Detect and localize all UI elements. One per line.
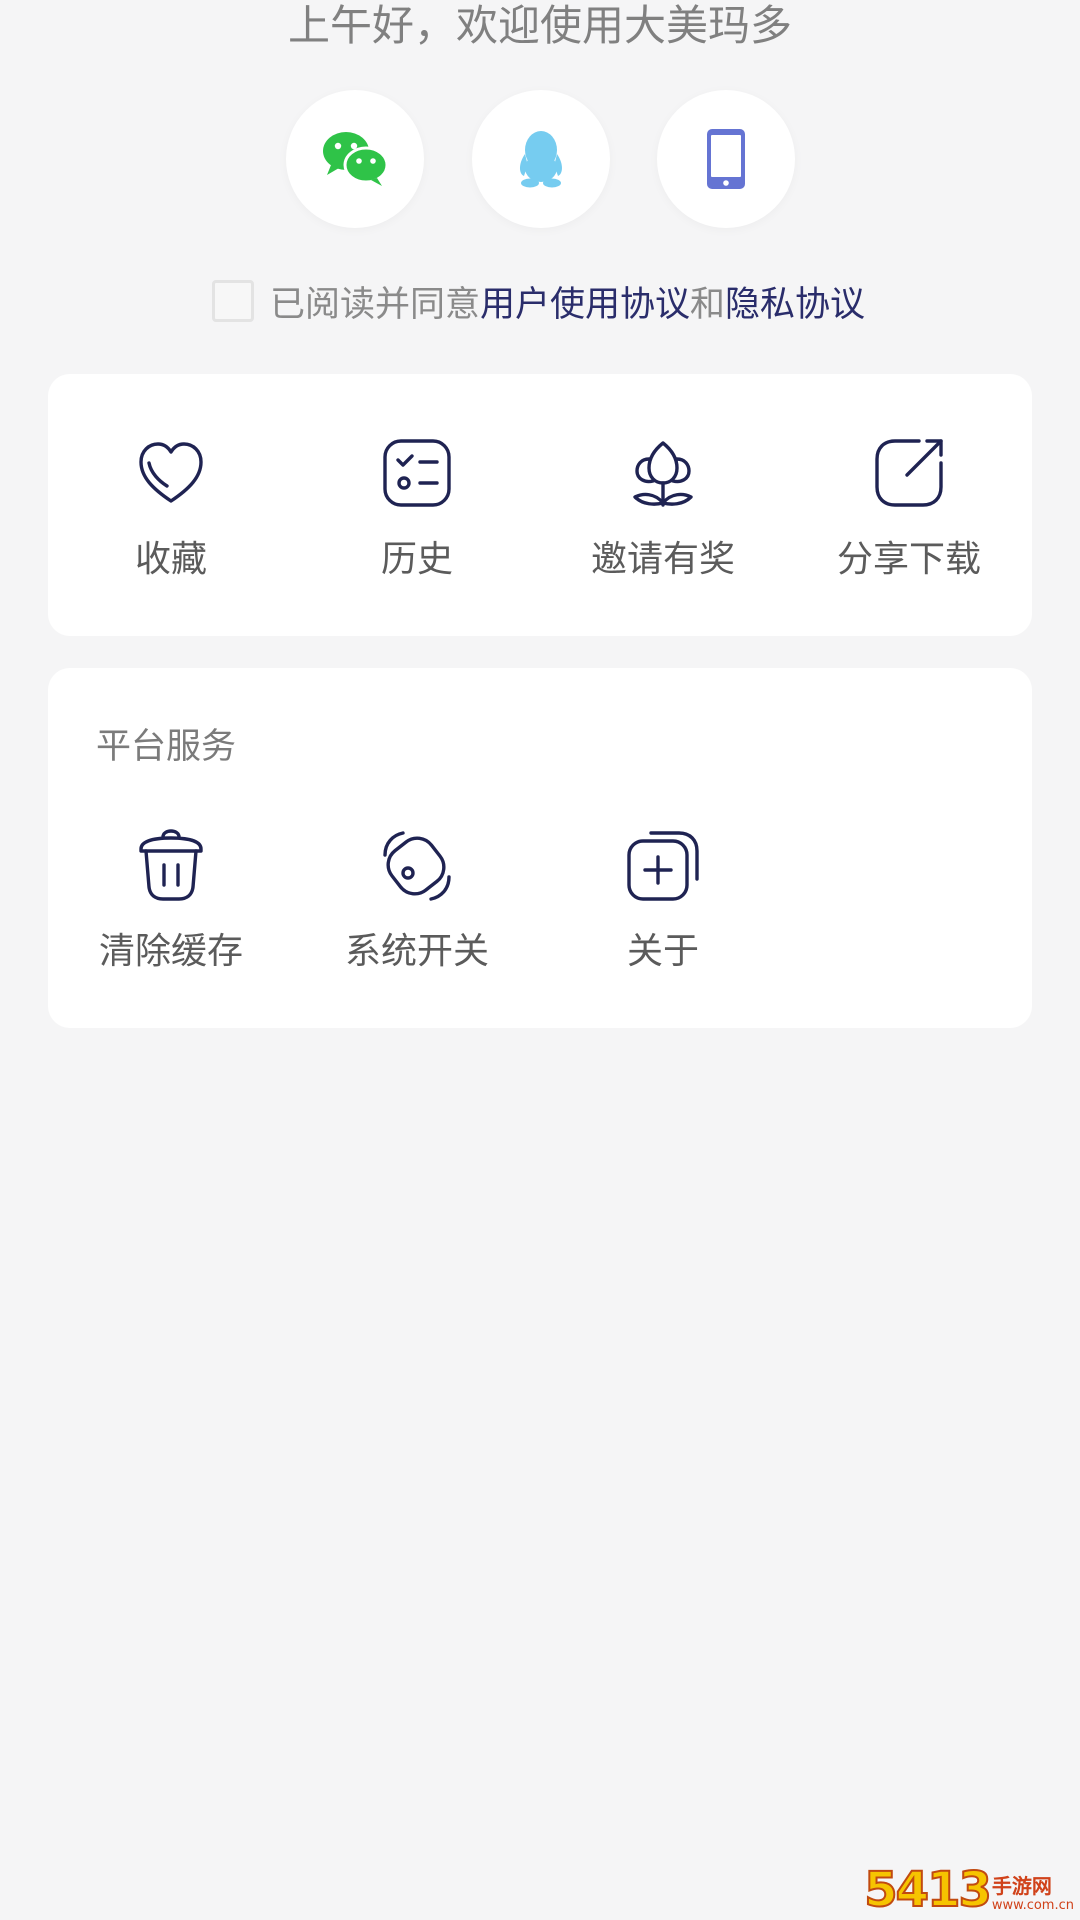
login-options bbox=[0, 90, 1080, 228]
platform-services-card: 平台服务 清除缓存 系统开关 关于 bbox=[48, 668, 1032, 1028]
agreement-checkbox[interactable] bbox=[212, 280, 254, 322]
user-agreement-link[interactable]: 用户使用协议 bbox=[480, 285, 690, 325]
phone-icon bbox=[705, 128, 747, 190]
qq-penguin-icon bbox=[516, 130, 566, 188]
favorites-item[interactable]: 收藏 bbox=[48, 432, 294, 582]
history-item[interactable]: 历史 bbox=[294, 432, 540, 582]
heart-icon bbox=[139, 442, 203, 503]
agreement-text: 已阅读并同意用户使用协议和隐私协议 bbox=[270, 276, 865, 327]
about-item[interactable]: 关于 bbox=[540, 824, 786, 974]
agreement-row: 已阅读并同意用户使用协议和隐私协议 bbox=[212, 276, 865, 326]
toggle-icon bbox=[383, 831, 451, 901]
agreement-prefix: 已阅读并同意 bbox=[270, 284, 481, 325]
watermark-logo: 5413 手游网 www.com.cn bbox=[863, 1862, 1074, 1918]
share-download-label: 分享下载 bbox=[836, 539, 981, 580]
about-label: 关于 bbox=[626, 931, 699, 972]
about-plus-icon bbox=[627, 831, 699, 901]
invite-reward-item[interactable]: 邀请有奖 bbox=[540, 432, 786, 582]
watermark-number: 5413 bbox=[863, 1862, 993, 1918]
wechat-login-button[interactable] bbox=[286, 90, 424, 228]
flower-icon bbox=[633, 441, 693, 507]
privacy-agreement-link[interactable]: 隐私协议 bbox=[725, 285, 865, 325]
invite-reward-label: 邀请有奖 bbox=[590, 539, 735, 580]
clear-cache-item[interactable]: 清除缓存 bbox=[48, 824, 294, 974]
watermark-url: www.com.cn bbox=[991, 1898, 1074, 1913]
agreement-conjunction: 和 bbox=[690, 284, 726, 325]
favorites-label: 收藏 bbox=[134, 539, 207, 580]
clear-cache-label: 清除缓存 bbox=[98, 931, 243, 972]
share-icon bbox=[875, 439, 943, 507]
wechat-icon bbox=[321, 131, 389, 187]
qq-login-button[interactable] bbox=[472, 90, 610, 228]
share-download-item[interactable]: 分享下载 bbox=[786, 432, 1032, 582]
quick-actions-card: 收藏 历史 邀请有奖 分享下载 bbox=[48, 374, 1032, 636]
checklist-icon bbox=[383, 439, 451, 507]
phone-login-button[interactable] bbox=[657, 90, 795, 228]
platform-services-title: 平台服务 bbox=[96, 727, 237, 767]
watermark-text: 手游网 bbox=[991, 1874, 1052, 1898]
system-switch-item[interactable]: 系统开关 bbox=[294, 824, 540, 974]
system-switch-label: 系统开关 bbox=[344, 931, 489, 972]
trash-icon bbox=[139, 829, 203, 901]
history-label: 历史 bbox=[380, 539, 453, 580]
greeting-text: 上午好，欢迎使用大美玛多 bbox=[287, 1, 792, 50]
